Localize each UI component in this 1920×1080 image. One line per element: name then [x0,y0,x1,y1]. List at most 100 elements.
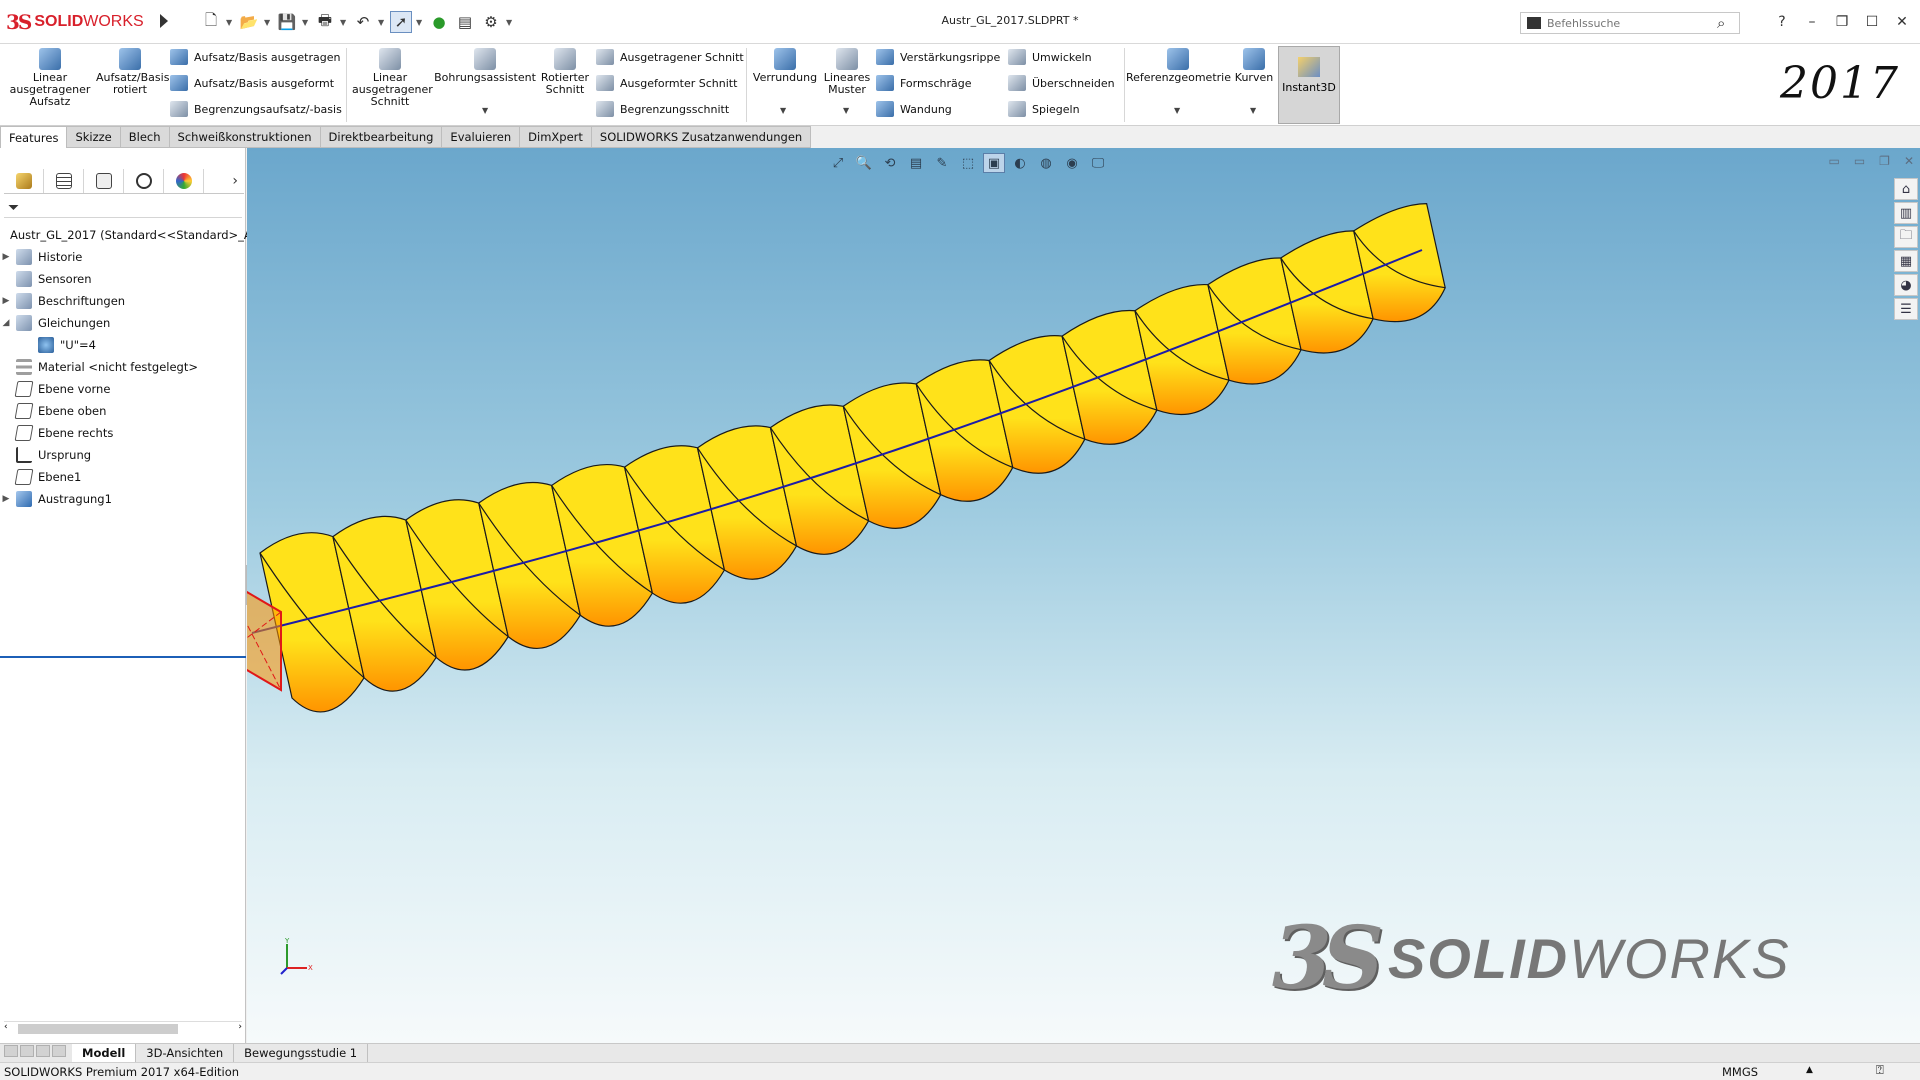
dynamic-annotation-icon[interactable]: ✎ [931,153,953,173]
chevron-down-icon[interactable]: ▼ [780,106,786,115]
chevron-down-icon[interactable]: ▼ [416,18,424,27]
mirror-button[interactable]: Spiegeln [1008,98,1080,120]
tab-3d-views[interactable]: 3D-Ansichten [136,1044,235,1062]
restore-icon[interactable]: ❐ [1832,12,1852,32]
zoom-to-area-icon[interactable]: 🔍 [853,153,875,173]
tab-motion-study[interactable]: Bewegungsstudie 1 [234,1044,369,1062]
options-gear-icon[interactable]: ⚙ [480,11,502,33]
apply-scene-icon[interactable]: ◉ [1061,153,1083,173]
tree-item-equations[interactable]: ◢ Gleichungen [0,312,246,334]
property-manager-tab[interactable] [44,168,84,193]
fillet-button[interactable]: Verrundung [750,48,820,84]
filter-icon[interactable]: ⏷ [8,200,19,216]
tree-item-sensors[interactable]: Sensoren [0,268,246,290]
tab-features[interactable]: Features [0,126,68,148]
tree-item-global-variable[interactable]: "U"=4 [0,334,246,356]
tab-scroll-arrows[interactable] [4,1044,72,1062]
view-settings-icon[interactable]: 🖵 [1087,153,1109,173]
revolved-cut-button[interactable]: Rotierter Schnitt [540,48,590,96]
open-folder-icon[interactable]: 📂 [238,11,260,33]
extruded-boss-button[interactable]: Linear ausgetragener Aufsatz [8,48,92,108]
rollback-bar[interactable] [0,656,246,658]
chevron-down-icon[interactable]: ▼ [302,18,310,27]
expand-arrow-icon[interactable]: ▶ [0,296,12,306]
swept-cut-button[interactable]: Ausgetragener Schnitt [596,46,744,68]
chevron-down-icon[interactable]: ▼ [506,18,514,27]
tree-item-sweep1[interactable]: ▶ Austragung1 [0,488,246,510]
chevron-down-icon[interactable]: ▼ [264,18,272,27]
reference-geometry-button[interactable]: Referenzgeometrie [1126,48,1231,84]
boundary-cut-button[interactable]: Begrenzungsschnitt [596,98,729,120]
tile-right-icon[interactable]: ▭ [1854,154,1865,168]
solidworks-logo[interactable]: 3S SOLIDWORKS [6,8,156,36]
graphics-area[interactable]: ⤢ 🔍 ⟲ ▤ ✎ ⬚ ▣ ◐ ◍ ◉ 🖵 ▭ ▭ ❐ ✕ ⌂ ▥ 🗀 ▦ ◕ … [247,148,1920,1043]
tab-model[interactable]: Modell [72,1044,137,1062]
print-icon[interactable]: 🖶 [314,11,336,33]
custom-properties-icon[interactable]: ☰ [1894,298,1918,320]
menu-expand-arrow-icon[interactable] [160,14,168,28]
lofted-cut-button[interactable]: Ausgeformter Schnitt [596,72,737,94]
chevron-right-icon[interactable]: › [232,173,238,189]
shell-button[interactable]: Wandung [876,98,952,120]
rib-button[interactable]: Verstärkungsrippe [876,46,1000,68]
file-explorer-icon[interactable]: 🗀 [1894,226,1918,248]
appearances-icon[interactable]: ◕ [1894,274,1918,296]
previous-view-icon[interactable]: ⟲ [879,153,901,173]
tree-item-plane1[interactable]: Ebene1 [0,466,246,488]
unit-system-selector[interactable]: MMGS [1722,1065,1758,1079]
edit-appearance-icon[interactable]: ◍ [1035,153,1057,173]
rebuild-traffic-light-icon[interactable]: ● [428,11,450,33]
tree-item-history[interactable]: ▶ Historie [0,246,246,268]
close-icon[interactable]: ✕ [1892,12,1912,32]
command-search[interactable]: ⌕ [1520,12,1740,34]
zoom-to-fit-icon[interactable]: ⤢ [827,153,849,173]
chevron-down-icon[interactable]: ▼ [226,18,234,27]
tree-item-origin[interactable]: Ursprung [0,444,246,466]
display-style-shaded-icon[interactable]: ▣ [983,153,1005,173]
minimize-icon[interactable]: – [1802,12,1822,32]
chevron-down-icon[interactable]: ▼ [1250,106,1256,115]
feature-manager-tab[interactable] [4,168,44,193]
wrap-button[interactable]: Umwickeln [1008,46,1092,68]
viewport-restore-icon[interactable]: ❐ [1879,154,1890,168]
tree-filter[interactable]: ⏷ [4,198,242,218]
search-input[interactable] [1547,16,1717,30]
scroll-right-icon[interactable]: › [238,1022,242,1032]
tab-direct-editing[interactable]: Direktbearbeitung [320,126,443,148]
tab-weldments[interactable]: Schweißkonstruktionen [169,126,321,148]
tab-sketch[interactable]: Skizze [67,126,121,148]
boundary-boss-button[interactable]: Begrenzungsaufsatz/-basis [170,98,342,120]
new-document-icon[interactable]: 🗋 [200,11,222,33]
horizontal-scrollbar[interactable]: ‹ › [4,1021,242,1035]
viewport-close-icon[interactable]: ✕ [1904,154,1914,168]
chevron-up-icon[interactable]: ▲ [1806,1065,1813,1075]
configuration-manager-tab[interactable] [84,168,124,193]
expand-arrow-icon[interactable]: ▶ [0,494,12,504]
tab-addins[interactable]: SOLIDWORKS Zusatzanwendungen [591,126,812,148]
help-icon[interactable]: ? [1772,12,1792,32]
tree-item-annotations[interactable]: ▶ Beschriftungen [0,290,246,312]
tab-sheet-metal[interactable]: Blech [120,126,170,148]
tree-item-front-plane[interactable]: Ebene vorne [0,378,246,400]
hide-show-items-icon[interactable]: ◐ [1009,153,1031,173]
tab-evaluate[interactable]: Evaluieren [442,126,521,148]
draft-button[interactable]: Formschräge [876,72,971,94]
quick-tips-icon[interactable]: ⍰ [1876,1063,1884,1078]
file-properties-icon[interactable]: ▤ [454,11,476,33]
hole-wizard-button[interactable]: Bohrungsassistent [434,48,536,84]
tree-item-top-plane[interactable]: Ebene oben [0,400,246,422]
intersect-button[interactable]: Überschneiden [1008,72,1115,94]
design-library-icon[interactable]: ▥ [1894,202,1918,224]
dimxpert-manager-tab[interactable] [124,168,164,193]
chevron-down-icon[interactable]: ▼ [1174,106,1180,115]
scroll-left-icon[interactable]: ‹ [4,1022,8,1032]
chevron-down-icon[interactable]: ▼ [378,18,386,27]
instant3d-toggle[interactable]: Instant3D [1278,46,1340,124]
maximize-icon[interactable]: ☐ [1862,12,1882,32]
chevron-down-icon[interactable]: ▼ [843,106,849,115]
select-cursor-icon[interactable]: ➚ [390,11,412,33]
revolved-boss-button[interactable]: Aufsatz/Basis rotiert [96,48,169,96]
tree-item-material[interactable]: Material <nicht festgelegt> [0,356,246,378]
save-icon[interactable]: 💾 [276,11,298,33]
swept-boss-button[interactable]: Aufsatz/Basis ausgetragen [170,46,340,68]
